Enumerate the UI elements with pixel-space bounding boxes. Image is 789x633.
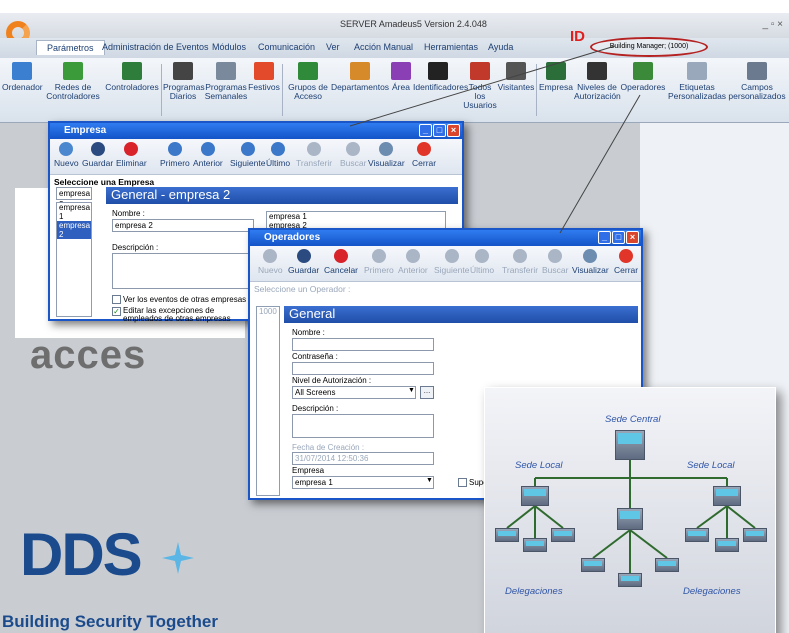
dds-tagline: Building Security Together [2, 612, 218, 631]
dds-star-icon [162, 542, 194, 574]
dds-logo: DDS [20, 521, 143, 588]
